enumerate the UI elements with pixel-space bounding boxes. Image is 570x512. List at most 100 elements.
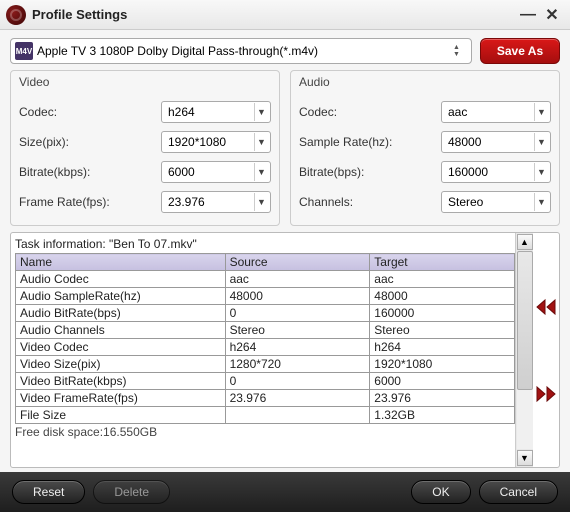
- table-row[interactable]: File Size 1.32GB: [16, 407, 515, 424]
- table-row[interactable]: Video Size(pix)1280*7201920*1080: [16, 356, 515, 373]
- chevron-down-icon: ▼: [534, 163, 548, 181]
- video-codec-select[interactable]: h264 ▼: [161, 101, 271, 123]
- video-bitrate-select[interactable]: 6000 ▼: [161, 161, 271, 183]
- cell-target: Stereo: [370, 322, 515, 339]
- audio-panel: Audio Codec: aac ▼ Sample Rate(hz): 4800…: [290, 70, 560, 226]
- minimize-button[interactable]: —: [516, 5, 540, 25]
- table-row[interactable]: Audio ChannelsStereoStereo: [16, 322, 515, 339]
- cancel-button[interactable]: Cancel: [479, 480, 558, 504]
- col-name[interactable]: Name: [16, 254, 226, 271]
- cell-source: h264: [225, 339, 370, 356]
- video-codec-label: Codec:: [19, 105, 161, 119]
- cell-name: Audio BitRate(bps): [16, 305, 226, 322]
- audio-samplerate-select[interactable]: 48000 ▼: [441, 131, 551, 153]
- profile-select[interactable]: M4V Apple TV 3 1080P Dolby Digital Pass-…: [10, 38, 472, 64]
- video-codec-value: h264: [168, 105, 254, 119]
- chevron-down-icon: ▼: [254, 163, 268, 181]
- cell-name: Audio SampleRate(hz): [16, 288, 226, 305]
- cell-source: 23.976: [225, 390, 370, 407]
- forward-icon: [535, 385, 557, 403]
- table-row[interactable]: Audio SampleRate(hz)4800048000: [16, 288, 515, 305]
- footer: Reset Delete OK Cancel: [0, 472, 570, 512]
- app-icon: [6, 5, 26, 25]
- cell-name: Audio Codec: [16, 271, 226, 288]
- video-bitrate-label: Bitrate(kbps):: [19, 165, 161, 179]
- profile-spinner-icon[interactable]: ▲▼: [453, 44, 467, 58]
- reset-button[interactable]: Reset: [12, 480, 85, 504]
- cell-name: File Size: [16, 407, 226, 424]
- cell-target: h264: [370, 339, 515, 356]
- cell-target: 6000: [370, 373, 515, 390]
- video-bitrate-value: 6000: [168, 165, 254, 179]
- cell-name: Video Codec: [16, 339, 226, 356]
- window-title: Profile Settings: [32, 7, 127, 22]
- video-framerate-select[interactable]: 23.976 ▼: [161, 191, 271, 213]
- scroll-track[interactable]: [517, 251, 533, 449]
- table-row[interactable]: Video FrameRate(fps)23.97623.976: [16, 390, 515, 407]
- chevron-down-icon: ▼: [534, 193, 548, 211]
- audio-channels-label: Channels:: [299, 195, 441, 209]
- rewind-icon: [535, 298, 557, 316]
- cell-target: aac: [370, 271, 515, 288]
- audio-bitrate-select[interactable]: 160000 ▼: [441, 161, 551, 183]
- table-row[interactable]: Video Codech264h264: [16, 339, 515, 356]
- table-row[interactable]: Audio BitRate(bps)0160000: [16, 305, 515, 322]
- chevron-down-icon: ▼: [254, 133, 268, 151]
- video-framerate-value: 23.976: [168, 195, 254, 209]
- cell-name: Video FrameRate(fps): [16, 390, 226, 407]
- col-source[interactable]: Source: [225, 254, 370, 271]
- video-panel: Video Codec: h264 ▼ Size(pix): 1920*1080…: [10, 70, 280, 226]
- chevron-down-icon: ▼: [534, 103, 548, 121]
- audio-channels-select[interactable]: Stereo ▼: [441, 191, 551, 213]
- profile-settings-window: Profile Settings — ✕ M4V Apple TV 3 1080…: [0, 0, 570, 512]
- audio-channels-value: Stereo: [448, 195, 534, 209]
- video-size-label: Size(pix):: [19, 135, 161, 149]
- task-info-title: Task information: "Ben To 07.mkv": [15, 237, 515, 251]
- profile-selected-text: Apple TV 3 1080P Dolby Digital Pass-thro…: [37, 44, 449, 58]
- chevron-down-icon: ▼: [254, 193, 268, 211]
- video-size-value: 1920*1080: [168, 135, 254, 149]
- audio-bitrate-value: 160000: [448, 165, 534, 179]
- cell-target: 1920*1080: [370, 356, 515, 373]
- audio-codec-select[interactable]: aac ▼: [441, 101, 551, 123]
- cell-target: 1.32GB: [370, 407, 515, 424]
- scroll-up-button[interactable]: ▲: [517, 234, 533, 250]
- scroll-down-button[interactable]: ▼: [517, 450, 533, 466]
- video-size-select[interactable]: 1920*1080 ▼: [161, 131, 271, 153]
- audio-legend: Audio: [299, 75, 330, 89]
- delete-button[interactable]: Delete: [93, 480, 170, 504]
- cell-source: 0: [225, 305, 370, 322]
- cell-name: Video Size(pix): [16, 356, 226, 373]
- video-legend: Video: [19, 75, 49, 89]
- table-row[interactable]: Video BitRate(kbps)06000: [16, 373, 515, 390]
- free-disk-label: Free disk space:16.550GB: [15, 425, 515, 439]
- cell-source: aac: [225, 271, 370, 288]
- cell-name: Video BitRate(kbps): [16, 373, 226, 390]
- table-row[interactable]: Audio Codecaacaac: [16, 271, 515, 288]
- profile-format-icon: M4V: [15, 42, 33, 60]
- save-as-button[interactable]: Save As: [480, 38, 560, 64]
- titlebar: Profile Settings — ✕: [0, 0, 570, 30]
- task-info-area: Task information: "Ben To 07.mkv" Name S…: [10, 232, 560, 468]
- cell-name: Audio Channels: [16, 322, 226, 339]
- close-button[interactable]: ✕: [540, 5, 564, 25]
- prev-task-button[interactable]: [535, 296, 557, 318]
- chevron-down-icon: ▼: [534, 133, 548, 151]
- scrollbar[interactable]: ▲ ▼: [515, 233, 533, 467]
- chevron-down-icon: ▼: [254, 103, 268, 121]
- video-framerate-label: Frame Rate(fps):: [19, 195, 161, 209]
- cell-target: 23.976: [370, 390, 515, 407]
- cell-target: 160000: [370, 305, 515, 322]
- cell-source: [225, 407, 370, 424]
- task-info-table: Name Source Target Audio CodecaacaacAudi…: [15, 253, 515, 424]
- cell-target: 48000: [370, 288, 515, 305]
- ok-button[interactable]: OK: [411, 480, 470, 504]
- audio-codec-label: Codec:: [299, 105, 441, 119]
- cell-source: Stereo: [225, 322, 370, 339]
- audio-samplerate-label: Sample Rate(hz):: [299, 135, 441, 149]
- cell-source: 0: [225, 373, 370, 390]
- scroll-thumb[interactable]: [517, 251, 533, 390]
- next-task-button[interactable]: [535, 383, 557, 405]
- audio-bitrate-label: Bitrate(bps):: [299, 165, 441, 179]
- col-target[interactable]: Target: [370, 254, 515, 271]
